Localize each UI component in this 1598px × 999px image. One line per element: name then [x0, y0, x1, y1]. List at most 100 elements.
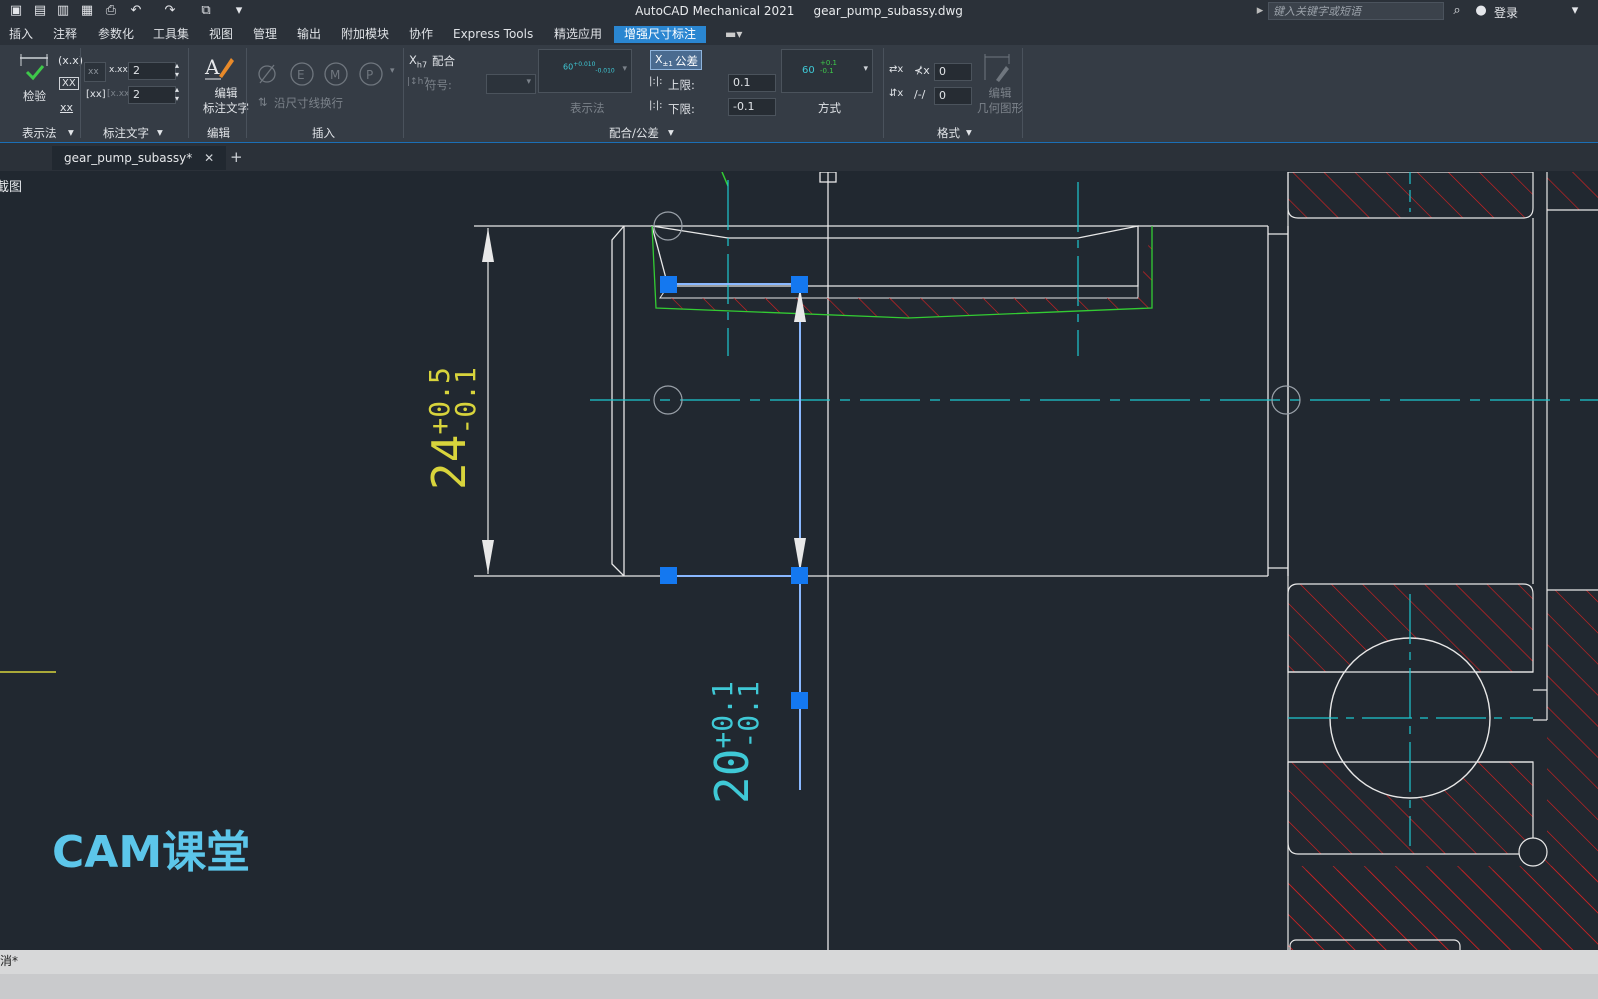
method-preview-value: 60: [802, 65, 815, 76]
panel-divider: [80, 48, 81, 138]
insert-panel-title: 插入: [312, 126, 335, 140]
tab-manage[interactable]: 管理: [253, 26, 277, 43]
symbol-icons: EMP: [258, 62, 383, 86]
dimension-24[interactable]: [482, 228, 494, 574]
fit-icon[interactable]: Xh7: [409, 53, 427, 69]
spinner-icon[interactable]: ▴ ▾: [175, 61, 179, 79]
spinner-icon[interactable]: ▴ ▾: [175, 85, 179, 103]
alt-units-icon[interactable]: [xx]: [86, 89, 106, 100]
panel-toggle-icon[interactable]: ▬▾: [725, 26, 742, 43]
representation-preview: 60+0.010-0.010: [563, 61, 615, 75]
tab-view[interactable]: 视图: [209, 26, 233, 43]
tab-parametric[interactable]: 参数化: [98, 26, 134, 43]
tolerance-button[interactable]: X±1 公差: [650, 50, 702, 70]
panel-divider: [246, 48, 247, 138]
document-tab-name: gear_pump_subassy*: [64, 151, 193, 165]
gallery-dropdown-icon[interactable]: ▾: [622, 64, 627, 74]
edit-geometry-icon[interactable]: [982, 52, 1012, 82]
method-preview-tolerance: +0.1 -0.1: [820, 59, 837, 75]
login-link[interactable]: 登录: [1494, 4, 1518, 21]
search-input[interactable]: 键入关键字或短语: [1268, 2, 1444, 20]
gallery-dropdown-icon[interactable]: ▾: [863, 64, 868, 74]
command-line-text: 消*: [0, 954, 19, 968]
text-position-icon[interactable]: ⇄x: [889, 64, 903, 75]
symbol-label: 符号:: [425, 78, 452, 92]
method-gallery[interactable]: 60 +0.1 -0.1 ▾: [781, 49, 873, 93]
wrap-icon[interactable]: ⇅: [258, 95, 268, 109]
svg-text:M: M: [330, 68, 340, 82]
panel-divider: [1022, 48, 1023, 138]
tab-output[interactable]: 输出: [297, 26, 321, 43]
format-panel-title[interactable]: 格式: [937, 125, 960, 141]
check-button[interactable]: [18, 52, 50, 84]
panel-dropdown-icon[interactable]: ▾: [68, 125, 74, 139]
format-input-2[interactable]: 0: [934, 87, 972, 105]
oblique-icon[interactable]: /-/: [914, 88, 925, 101]
decimal-icon[interactable]: x.xx: [109, 65, 128, 75]
fit-tolerance-panel-title[interactable]: 配合/公差: [609, 125, 659, 141]
command-line[interactable]: 消*: [0, 950, 1598, 974]
user-icon[interactable]: ●: [1474, 4, 1488, 18]
lower-limit-input[interactable]: -0.1: [728, 98, 776, 116]
tab-insert[interactable]: 插入: [9, 26, 33, 43]
tolerance-button-label: 公差: [675, 54, 698, 68]
check-label: 检验: [23, 89, 46, 103]
tolerance-icon: X±1: [655, 53, 673, 69]
tab-featured-apps[interactable]: 精选应用: [554, 26, 602, 43]
title-bar: ▣ ▤ ▥ ▦ ⎙ ↶ ↷ ⧉ ▾ AutoCAD Mechanical 202…: [0, 0, 1598, 23]
new-tab-icon[interactable]: +: [230, 148, 243, 166]
tab-collaborate[interactable]: 协作: [409, 26, 433, 43]
search-icon[interactable]: ⌕: [1450, 4, 1464, 18]
panel-dropdown-icon[interactable]: ▾: [157, 125, 163, 139]
represent-panel-title[interactable]: 表示法: [22, 125, 57, 141]
document-tab[interactable]: gear_pump_subassy* ✕: [52, 146, 227, 170]
upper-limit-input[interactable]: 0.1: [728, 74, 776, 92]
tab-addins[interactable]: 附加模块: [341, 26, 389, 43]
dimension-20-lower: -0.1: [731, 681, 765, 749]
dropdown-icon[interactable]: ▾: [1568, 4, 1582, 18]
shaft-outline: [474, 172, 1289, 950]
basic-dim-icon[interactable]: XX: [59, 77, 79, 90]
tab-annotate[interactable]: 注释: [53, 26, 77, 43]
fit-label[interactable]: 配合: [432, 53, 455, 69]
edit-panel-title: 编辑: [207, 126, 230, 140]
lower-limit-icon: |:|:: [649, 100, 663, 111]
format-input-1[interactable]: 0: [934, 63, 972, 81]
tab-enhanced-dimension[interactable]: 增强尺寸标注: [614, 26, 707, 43]
app-title: AutoCAD Mechanical 2021: [635, 4, 795, 18]
viewport-label[interactable]: 截图: [0, 176, 22, 195]
bearing-section: [1287, 172, 1598, 950]
panel-divider: [403, 48, 404, 138]
along-line-label[interactable]: 沿尺寸线换行: [274, 95, 343, 111]
tab-toolsets[interactable]: 工具集: [153, 26, 189, 43]
representation-gallery[interactable]: 60+0.010-0.010 ▾: [538, 49, 632, 93]
symbol-select[interactable]: ▾: [486, 74, 536, 94]
text-panel-title[interactable]: 标注文字: [103, 125, 149, 141]
edit-dim-text-button[interactable]: A: [203, 52, 235, 82]
panel-dropdown-icon[interactable]: ▾: [668, 125, 674, 139]
expand-icon[interactable]: ▸: [1253, 4, 1267, 18]
file-title: gear_pump_subassy.dwg: [813, 4, 963, 18]
precision-input-1[interactable]: 2: [128, 62, 176, 80]
inspection-dim-icon[interactable]: xx: [60, 101, 73, 114]
edit-text-icon: A: [204, 55, 234, 80]
text-format-icon[interactable]: xx: [84, 62, 106, 82]
dimension-24-lower: -0.1: [448, 367, 482, 435]
svg-text:P: P: [366, 68, 373, 82]
tab-express-tools[interactable]: Express Tools: [453, 26, 533, 43]
dimension-24-text[interactable]: 24 +0.5 -0.1: [422, 290, 482, 490]
edit-geometry-label[interactable]: 编辑 几何图形: [977, 86, 1023, 116]
more-symbols-icon[interactable]: ▾: [390, 66, 395, 76]
panel-dropdown-icon[interactable]: ▾: [966, 125, 972, 139]
watermark: CAM课堂: [52, 827, 251, 878]
angle-icon[interactable]: ⊀x: [914, 64, 930, 77]
drawing-canvas[interactable]: 24 +0.5 -0.1 20 +0.1 -0.1 截图 CAM课堂: [0, 172, 1598, 950]
text-offset-icon[interactable]: ⇵x: [889, 88, 903, 99]
ribbon-tab-bar: 插入 注释 参数化 工具集 视图 管理 输出 附加模块 协作 Express T…: [0, 23, 1598, 46]
edit-text-label: 编辑 标注文字: [203, 86, 249, 115]
dimension-20-value: 20: [705, 748, 759, 804]
panel-divider: [883, 48, 884, 138]
close-icon[interactable]: ✕: [204, 151, 214, 165]
precision-input-2[interactable]: 2: [128, 86, 176, 104]
dimension-20-text[interactable]: 20 +0.1 -0.1: [705, 604, 765, 804]
